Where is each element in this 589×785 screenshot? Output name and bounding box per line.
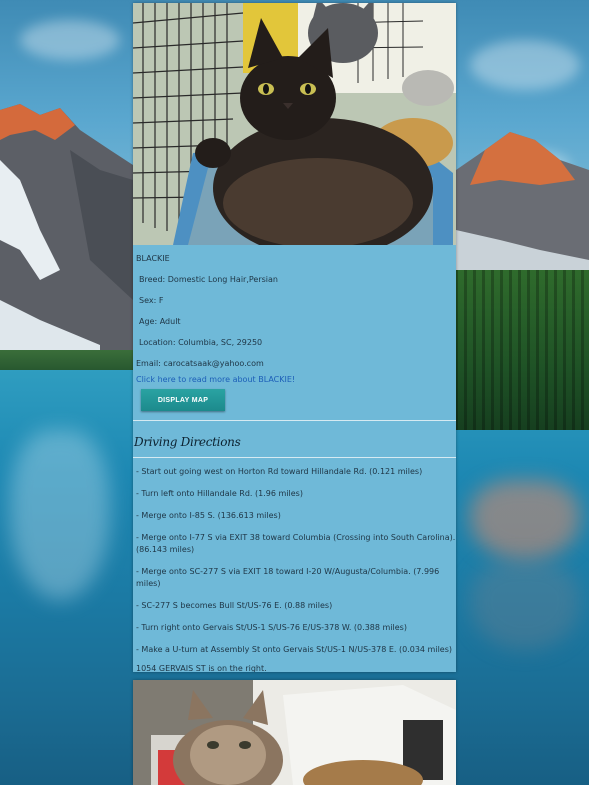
direction-step: - Turn right onto Gervais St/US-1 S/US-7… xyxy=(136,623,407,632)
direction-step: - Start out going west on Horton Rd towa… xyxy=(136,467,423,476)
reflection xyxy=(470,560,580,650)
direction-step: - Turn left onto Hillandale Rd. (1.96 mi… xyxy=(136,489,303,498)
direction-step: - Make a U-turn at Assembly St onto Gerv… xyxy=(136,645,452,654)
direction-step: - Merge onto I-77 S via EXIT 38 toward C… xyxy=(136,533,456,554)
pet-location: Location: Columbia, SC, 29250 xyxy=(139,338,263,347)
pet-card: BLACKIE Breed: Domestic Long Hair,Persia… xyxy=(133,3,456,672)
cat-photo-illustration xyxy=(133,3,456,245)
reflection xyxy=(470,480,580,560)
pet-photo xyxy=(133,3,456,245)
pet-name: BLACKIE xyxy=(136,254,170,263)
pet-age: Age: Adult xyxy=(139,317,181,326)
display-map-button[interactable]: DISPLAY MAP xyxy=(141,389,225,411)
pet-sex: Sex: F xyxy=(139,296,164,305)
reflection xyxy=(10,430,110,600)
direction-step: - Merge onto SC-277 S via EXIT 18 toward… xyxy=(136,567,440,588)
directions-list: - Start out going west on Horton Rd towa… xyxy=(133,458,456,672)
direction-step: - SC-277 S becomes Bull St/US-76 E. (0.8… xyxy=(136,601,333,610)
tree-line-right xyxy=(455,270,589,430)
next-pet-card xyxy=(133,680,456,785)
driving-directions-title: Driving Directions xyxy=(134,435,241,449)
destination-text: 1054 GERVAIS ST is on the right. xyxy=(136,664,267,672)
next-pet-photo xyxy=(133,680,456,785)
pet-info: BLACKIE Breed: Domestic Long Hair,Persia… xyxy=(133,245,456,411)
pet-breed: Breed: Domestic Long Hair,Persian xyxy=(139,275,278,284)
direction-step: - Merge onto I-85 S. (136.613 miles) xyxy=(136,511,281,520)
read-more-link[interactable]: Click here to read more about BLACKIE! xyxy=(136,375,456,389)
